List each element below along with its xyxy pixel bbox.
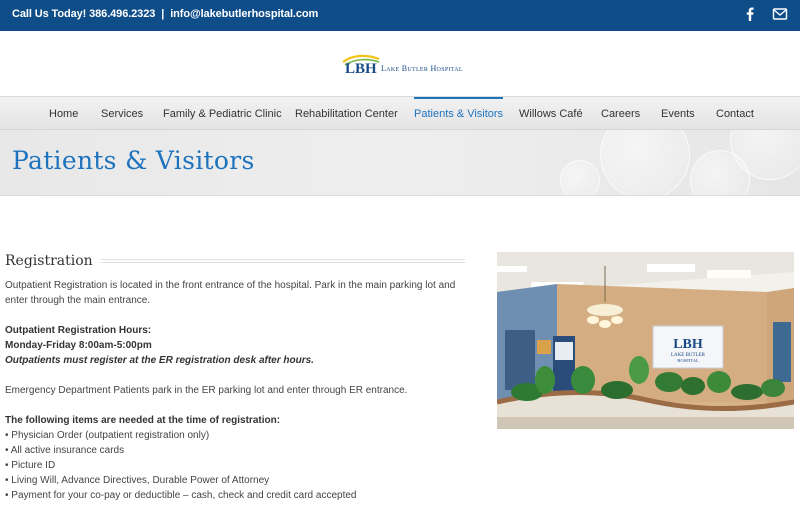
nav-item-rehabilitation-center[interactable]: Rehabilitation Center: [295, 97, 398, 130]
sign-line2: HOSPITAL: [677, 358, 699, 363]
list-item: • Payment for your co-pay or deductible …: [5, 490, 357, 501]
list-item: • Picture ID: [5, 460, 56, 471]
main-nav: Home Services Family & Pediatric Clinic …: [0, 96, 800, 130]
list-item: • Living Will, Advance Directives, Durab…: [5, 475, 270, 486]
contact-info: Call Us Today! 386.496.2323 | info@lakebut…: [12, 8, 318, 20]
lobby-photo: LBH LAKE BUTLER HOSPITAL: [497, 252, 794, 429]
nav-item-events[interactable]: Events: [661, 97, 695, 130]
mail-icon[interactable]: [772, 6, 788, 22]
facebook-icon[interactable]: [742, 6, 758, 22]
emergency-text: Emergency Department Patients park in th…: [5, 385, 408, 396]
page-title: Patients & Visitors: [12, 146, 255, 175]
nav-item-services[interactable]: Services: [101, 97, 143, 130]
hours-text: Monday-Friday 8:00am-5:00pm: [5, 340, 152, 351]
logo-name: Lake Butler Hospital: [381, 64, 463, 73]
registration-heading: Registration: [5, 253, 93, 269]
site-logo[interactable]: LBH Lake Butler Hospital: [342, 53, 463, 75]
items-heading: The following items are needed at the ti…: [5, 415, 281, 426]
section-heading: Registration: [5, 252, 465, 270]
social-links: [742, 6, 788, 22]
nav-item-careers[interactable]: Careers: [601, 97, 640, 130]
list-item: • All active insurance cards: [5, 445, 125, 456]
page-title-bar: Patients & Visitors: [0, 130, 800, 196]
header-logo-area: LBH Lake Butler Hospital: [0, 31, 800, 96]
heading-divider: [100, 259, 465, 263]
nav-item-patients-visitors[interactable]: Patients & Visitors: [414, 97, 504, 130]
top-bar: Call Us Today! 386.496.2323 | info@lakebut…: [0, 0, 800, 31]
nav-item-contact[interactable]: Contact: [716, 97, 754, 130]
list-item: • Physician Order (outpatient registrati…: [5, 430, 210, 441]
nav-item-home[interactable]: Home: [49, 97, 78, 130]
logo-mark-text: LBH: [345, 61, 377, 75]
registration-intro: Outpatient Registration is located in th…: [5, 280, 456, 306]
sign-mark: LBH: [673, 337, 703, 352]
nav-item-willows-cafe[interactable]: Willows Café: [519, 97, 583, 130]
after-hours-note: Outpatients must register at the ER regi…: [5, 355, 314, 366]
registration-section: Registration Outpatient Registration is …: [5, 252, 465, 503]
separator: |: [161, 8, 165, 20]
hours-heading: Outpatient Registration Hours:: [5, 325, 152, 336]
logo-mark-icon: LBH: [342, 54, 380, 75]
decorative-bubble: [560, 160, 600, 195]
phone-text[interactable]: Call Us Today! 386.496.2323: [12, 8, 155, 20]
decorative-bubble: [600, 130, 690, 195]
nav-item-family-pediatric-clinic[interactable]: Family & Pediatric Clinic: [163, 97, 282, 130]
email-link[interactable]: info@lakebutlerhospital.com: [170, 8, 318, 20]
